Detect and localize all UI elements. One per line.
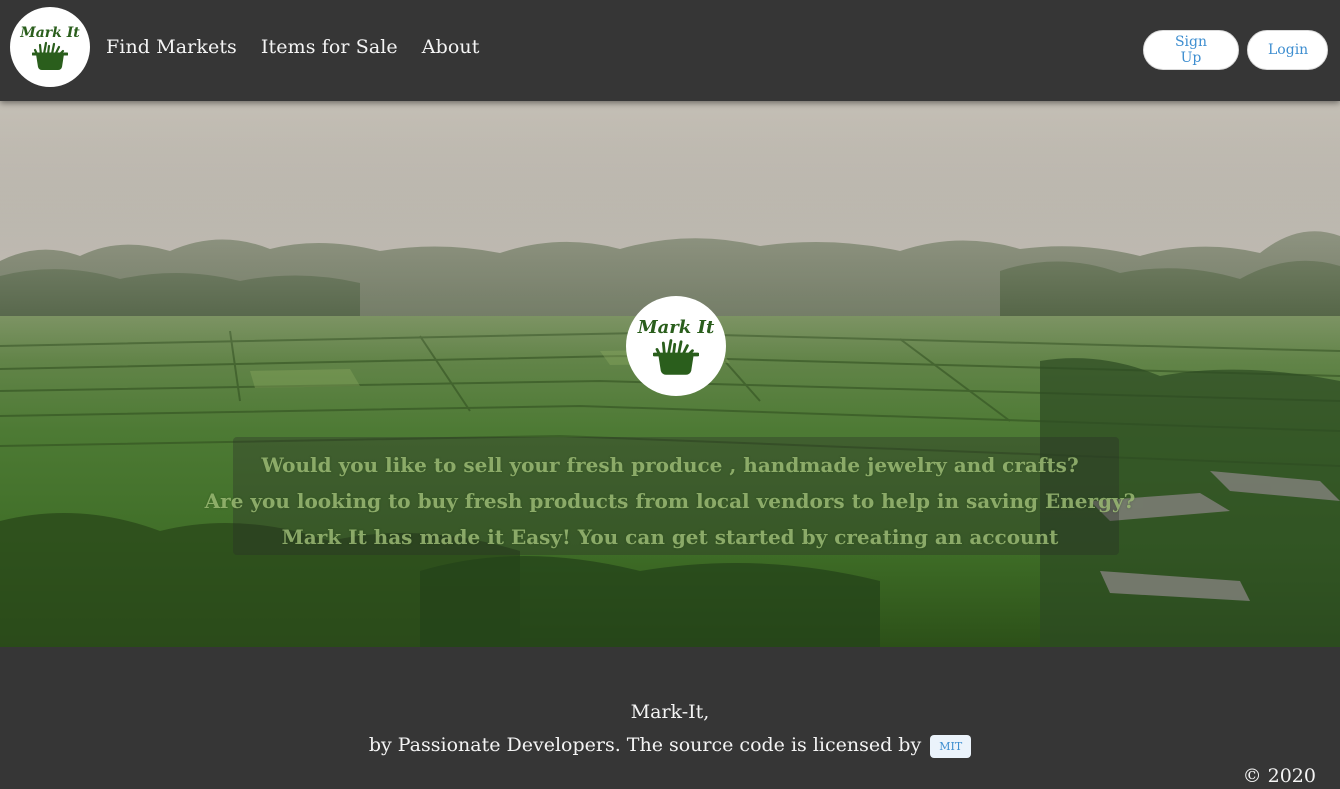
footer-byline-text: by Passionate Developers. The source cod… (368, 734, 922, 756)
hero-line-sell: Would you like to sell your fresh produc… (261, 453, 1079, 477)
hero-logo-text: Mark It (637, 316, 715, 338)
basket-icon (653, 338, 699, 375)
basket-icon (32, 41, 68, 70)
license-tag[interactable]: MIT (930, 734, 972, 758)
nav-about[interactable]: About (422, 36, 480, 58)
nav-links: Find Markets Items for Sale About (106, 36, 479, 58)
nav-items-for-sale[interactable]: Items for Sale (261, 36, 398, 58)
footer-title: Mark-It, (630, 701, 710, 723)
hero-line-get-started: Mark It has made it Easy! You can get st… (281, 525, 1059, 549)
brand-logo[interactable]: Mark It (10, 7, 90, 87)
copyright: © 2020 (1242, 765, 1316, 787)
hero-line-buy: Are you looking to buy fresh products fr… (204, 489, 1136, 513)
footer-byline: by Passionate Developers. The source cod… (0, 734, 1340, 758)
hero-tagline: Would you like to sell your fresh produc… (0, 447, 1340, 555)
logo-text: Mark It (20, 24, 80, 41)
hero-logo: Mark It (626, 296, 726, 396)
login-button[interactable]: Login (1247, 30, 1328, 70)
nav-find-markets[interactable]: Find Markets (106, 36, 237, 58)
auth-buttons: Sign Up Login (1143, 30, 1328, 70)
sign-up-button[interactable]: Sign Up (1143, 30, 1239, 70)
navbar: Mark It Find Markets Items for Sale Abou… (0, 0, 1340, 101)
footer: Mark-It, by Passionate Developers. The s… (0, 647, 1340, 789)
hero-section: Mark It Would you like to sell your fres… (0, 101, 1340, 647)
